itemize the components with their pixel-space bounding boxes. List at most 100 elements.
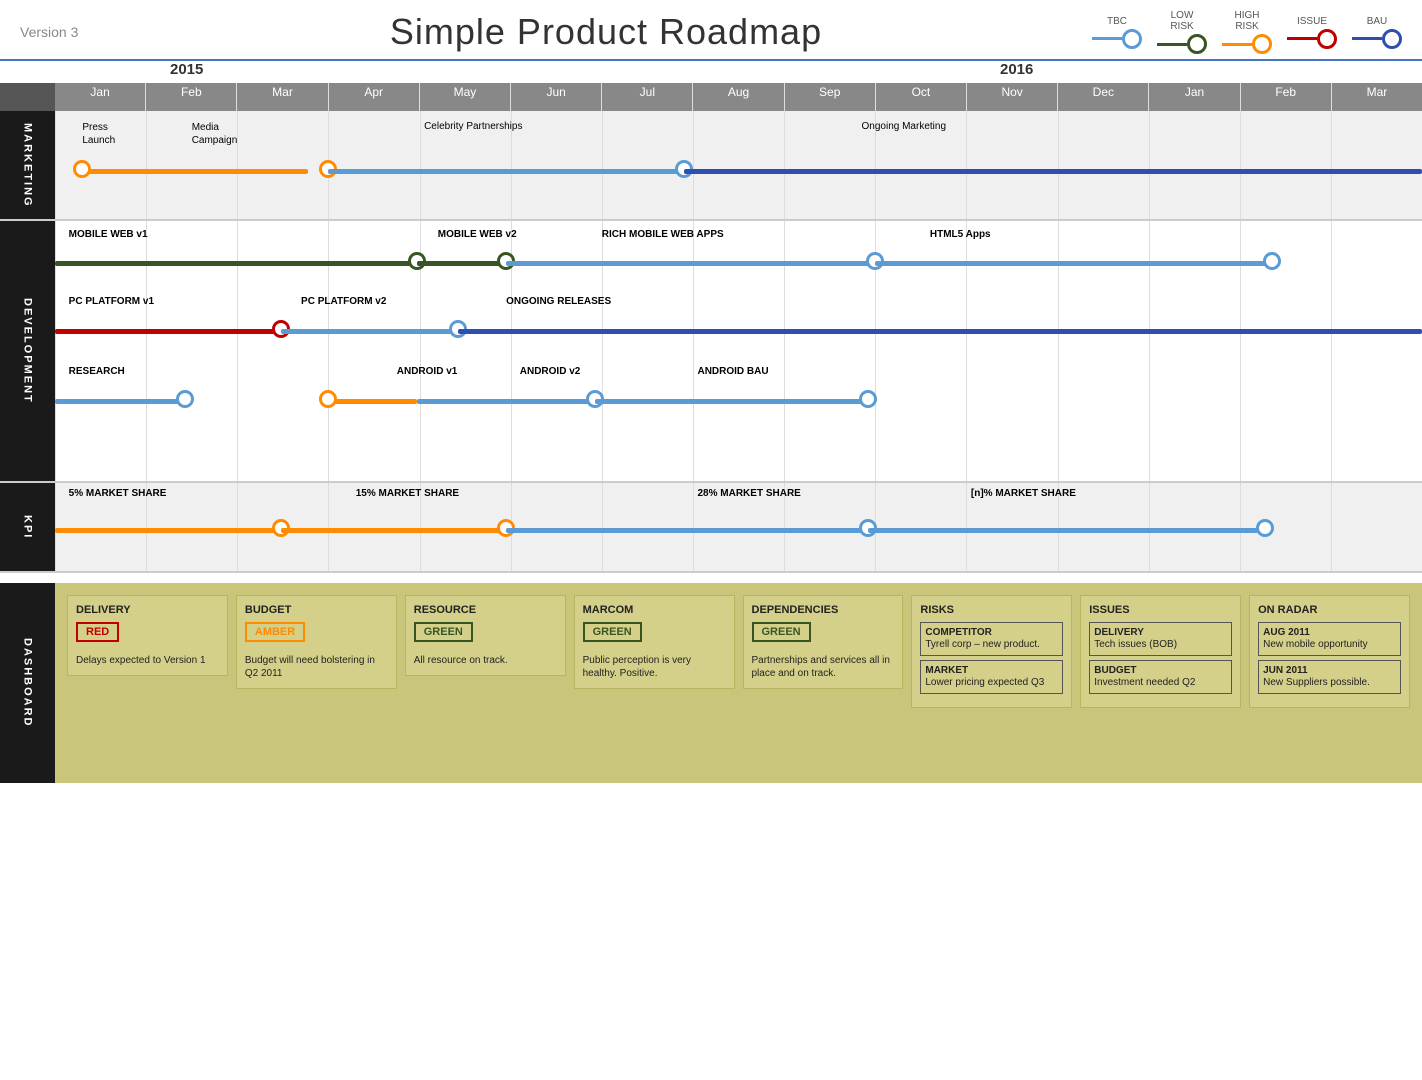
legend-tbc-line xyxy=(1092,37,1122,40)
marketing-content: PressLaunch MediaCampaign Celebrity Part… xyxy=(55,111,1422,219)
dash-marcom-status: GREEN xyxy=(583,622,642,642)
month-feb: Feb xyxy=(145,83,236,111)
dash-onradar-sub1-title: AUG 2011 xyxy=(1263,627,1396,638)
dash-risks-sub-1: COMPETITOR Tyrell corp – new product. xyxy=(920,622,1063,656)
month-headers: Jan Feb Mar Apr May Jun Jul Aug Sep Oct … xyxy=(55,83,1422,111)
dash-onradar-sub1-text: New mobile opportunity xyxy=(1263,638,1396,651)
dash-delivery-status: RED xyxy=(76,622,119,642)
month-aug: Aug xyxy=(692,83,783,111)
bar-pc-v2 xyxy=(281,329,459,334)
dash-issues-sub-2: BUDGET Investment needed Q2 xyxy=(1089,660,1232,694)
label-research: RESEARCH xyxy=(69,366,125,377)
label-celebrity-partnerships: Celebrity Partnerships xyxy=(424,121,522,132)
bar-android-bau xyxy=(595,399,868,404)
legend-bau-line xyxy=(1352,37,1382,40)
marketing-grid xyxy=(55,111,1422,219)
legend-high-risk: HIGHRISK xyxy=(1222,10,1272,54)
dash-risks-sub2-text: Lower pricing expected Q3 xyxy=(925,676,1058,689)
dash-risks-sub1-text: Tyrell corp – new product. xyxy=(925,638,1058,651)
legend: TBC LOWRISK HIGHRISK ISSUE xyxy=(1092,10,1402,54)
month-header-row: Jan Feb Mar Apr May Jun Jul Aug Sep Oct … xyxy=(0,83,1422,111)
kpi-section: KPI 5% MARKET SHARE 15% MARKET SHARE 28%… xyxy=(0,483,1422,573)
legend-lowrisk-dot xyxy=(1187,34,1207,54)
dash-onradar-sub-1: AUG 2011 New mobile opportunity xyxy=(1258,622,1401,656)
dash-delivery-text: Delays expected to Version 1 xyxy=(76,654,219,667)
month-mar2016: Mar xyxy=(1331,83,1422,111)
dash-issues: ISSUES DELIVERY Tech issues (BOB) BUDGET… xyxy=(1080,595,1241,708)
dash-marcom-text: Public perception is very healthy. Posit… xyxy=(583,654,726,680)
dash-dependencies-status-wrap: GREEN xyxy=(752,622,895,648)
dashboard-section: DASHBOARD DELIVERY RED Delays expected t… xyxy=(0,583,1422,783)
label-media-campaign: MediaCampaign xyxy=(192,121,238,147)
dash-dependencies-status: GREEN xyxy=(752,622,811,642)
dev-grid xyxy=(55,221,1422,481)
dash-resource-status: GREEN xyxy=(414,622,473,642)
legend-highrisk-dot xyxy=(1252,34,1272,54)
month-header-spacer xyxy=(0,83,55,111)
label-press-launch: PressLaunch xyxy=(82,121,115,147)
node-press-launch xyxy=(73,160,91,178)
year-labels: 2015 2016 xyxy=(0,61,1422,83)
page-title: Simple Product Roadmap xyxy=(120,11,1092,53)
month-jan: Jan xyxy=(55,83,145,111)
dash-risks-title: RISKS xyxy=(920,604,1063,616)
month-may: May xyxy=(419,83,510,111)
dash-dependencies-title: DEPENDENCIES xyxy=(752,604,895,616)
bar-npct xyxy=(868,528,1264,533)
kpi-content: 5% MARKET SHARE 15% MARKET SHARE 28% MAR… xyxy=(55,483,1422,571)
dash-risks: RISKS COMPETITOR Tyrell corp – new produ… xyxy=(911,595,1072,708)
dash-risks-sub-2: MARKET Lower pricing expected Q3 xyxy=(920,660,1063,694)
legend-issue-dot xyxy=(1317,29,1337,49)
dash-onradar-sub2-text: New Suppliers possible. xyxy=(1263,676,1396,689)
dash-onradar-sub2-title: JUN 2011 xyxy=(1263,665,1396,676)
dash-onradar-title: ON RADAR xyxy=(1258,604,1401,616)
dash-issues-sub1-text: Tech issues (BOB) xyxy=(1094,638,1227,651)
bar-ongoing-releases xyxy=(458,329,1422,334)
dash-marcom-title: MARCOM xyxy=(583,604,726,616)
legend-highrisk-line xyxy=(1222,43,1252,46)
node-research xyxy=(176,390,194,408)
month-jan2016: Jan xyxy=(1148,83,1239,111)
dash-marcom: MARCOM GREEN Public perception is very h… xyxy=(574,595,735,689)
legend-issue: ISSUE xyxy=(1287,16,1337,49)
bar-rich-mobile xyxy=(506,261,875,266)
month-jul: Jul xyxy=(601,83,692,111)
label-15pct: 15% MARKET SHARE xyxy=(356,488,459,499)
month-sep: Sep xyxy=(784,83,875,111)
kpi-label: KPI xyxy=(0,483,55,571)
legend-tbc-dot xyxy=(1122,29,1142,49)
node-html5 xyxy=(1263,252,1281,270)
label-android-bau: ANDROID BAU xyxy=(697,366,768,377)
dash-resource: RESOURCE GREEN All resource on track. xyxy=(405,595,566,676)
dash-marcom-status-wrap: GREEN xyxy=(583,622,726,648)
bar-5pct xyxy=(55,528,281,533)
bar-android-v1 xyxy=(328,399,417,404)
bar-android-v2 xyxy=(417,399,595,404)
bar-marketing-2 xyxy=(328,169,690,174)
dash-dependencies-text: Partnerships and services all in place a… xyxy=(752,654,895,680)
label-html5-apps: HTML5 Apps xyxy=(930,229,991,240)
legend-tbc: TBC xyxy=(1092,16,1142,49)
label-android-v2: ANDROID v2 xyxy=(520,366,581,377)
month-mar: Mar xyxy=(236,83,327,111)
dash-risks-sub2-title: MARKET xyxy=(925,665,1058,676)
dash-risks-sub1-title: COMPETITOR xyxy=(925,627,1058,638)
label-ongoing-marketing: Ongoing Marketing xyxy=(862,121,947,132)
dash-delivery: DELIVERY RED Delays expected to Version … xyxy=(67,595,228,676)
dash-dependencies: DEPENDENCIES GREEN Partnerships and serv… xyxy=(743,595,904,689)
dashboard-label: DASHBOARD xyxy=(0,583,55,783)
year-2016: 2016 xyxy=(1000,61,1033,78)
dash-delivery-status-wrap: RED xyxy=(76,622,219,648)
dash-resource-text: All resource on track. xyxy=(414,654,557,667)
dash-issues-sub-1: DELIVERY Tech issues (BOB) xyxy=(1089,622,1232,656)
month-apr: Apr xyxy=(328,83,419,111)
bar-28pct xyxy=(506,528,868,533)
label-android-v1: ANDROID v1 xyxy=(397,366,458,377)
label-28pct: 28% MARKET SHARE xyxy=(697,488,800,499)
bar-mobile-web-v2 xyxy=(417,261,506,266)
node-android-v1 xyxy=(319,390,337,408)
bar-marketing-1 xyxy=(82,169,308,174)
dash-budget-text: Budget will need bolstering in Q2 2011 xyxy=(245,654,388,680)
bar-research xyxy=(55,399,185,404)
dashboard-content: DELIVERY RED Delays expected to Version … xyxy=(55,583,1422,783)
